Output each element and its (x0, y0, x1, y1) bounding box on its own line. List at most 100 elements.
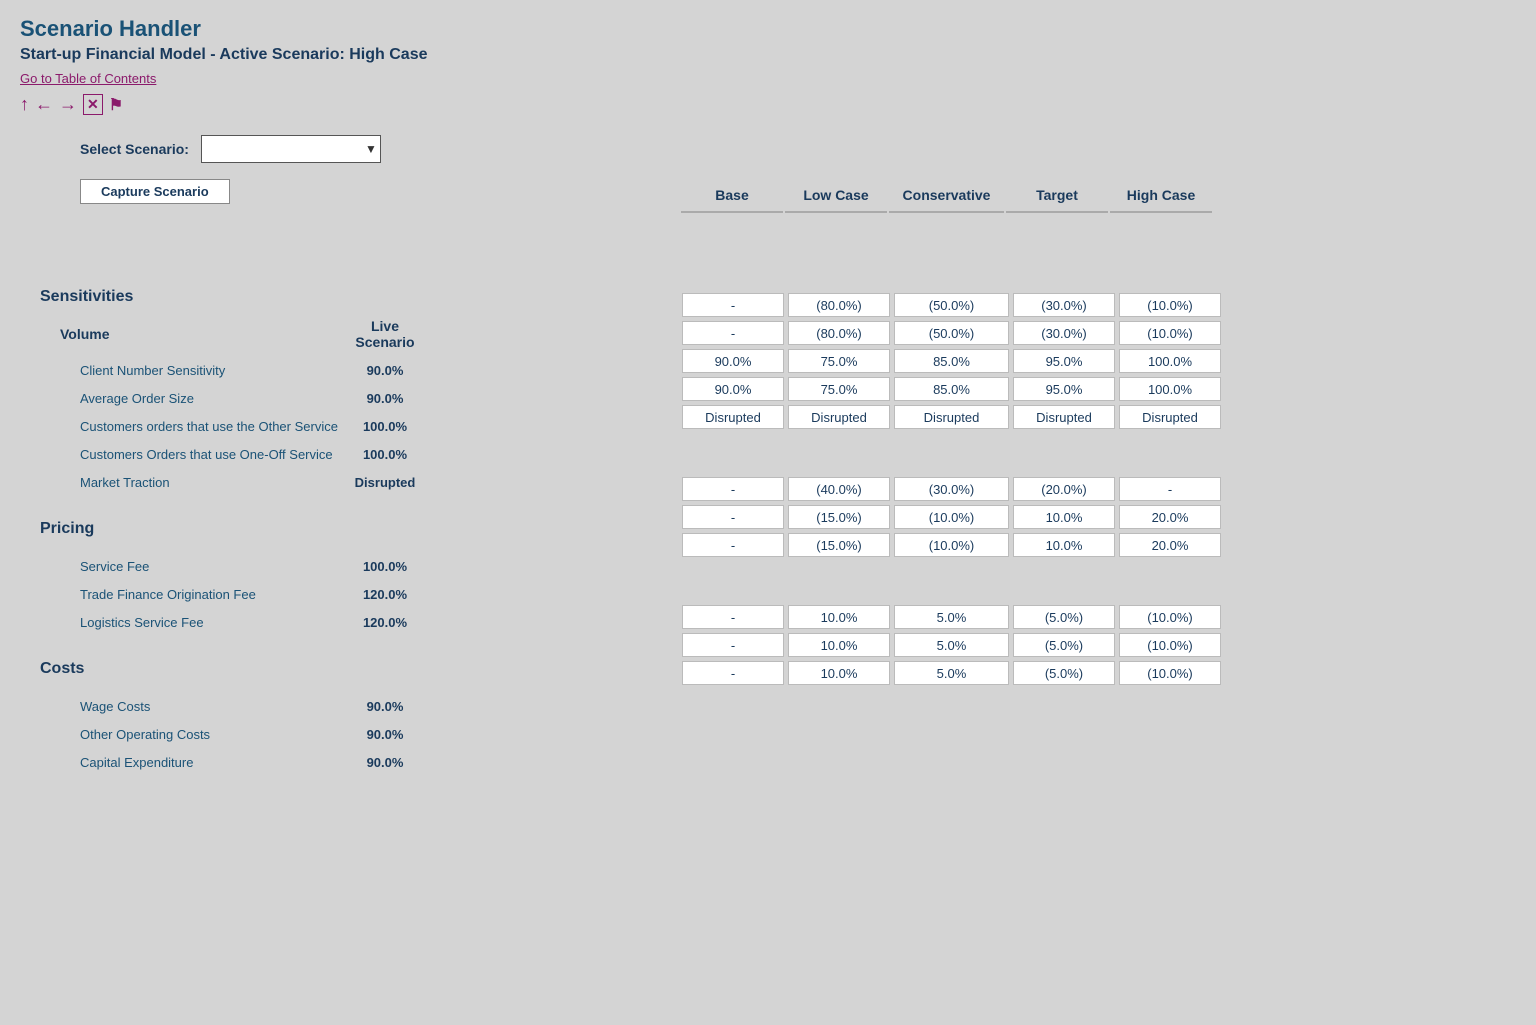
scenario-dropdown-wrapper: Base Low Case Conservative Target High C… (201, 135, 381, 163)
volume-rows-left: Client Number Sensitivity 90.0% Average … (20, 356, 680, 496)
table-row: Service Fee 100.0% (20, 552, 680, 580)
pricing-spacer (20, 496, 680, 512)
scenario-cell-target: 95.0% (1013, 377, 1115, 401)
scenario-cell-base: - (682, 321, 784, 345)
scenario-cell-target: (30.0%) (1013, 321, 1115, 345)
table-row: -(15.0%)(10.0%)10.0%20.0% (680, 531, 1516, 559)
toolbar: ↑ ← → ✕ ⚑ (20, 94, 1516, 115)
costs-title: Costs (40, 660, 680, 678)
scenario-cell-low: 75.0% (788, 349, 890, 373)
costs-rows-right: -10.0%5.0%(5.0%)(10.0%)-10.0%5.0%(5.0%)(… (680, 603, 1516, 687)
col-header-high: High Case (1110, 179, 1212, 213)
scenario-cell-target: (5.0%) (1013, 605, 1115, 629)
table-row: -(80.0%)(50.0%)(30.0%)(10.0%) (680, 319, 1516, 347)
table-row: Other Operating Costs 90.0% (20, 720, 680, 748)
row-live-value: 90.0% (340, 699, 430, 714)
row-label: Average Order Size (20, 391, 340, 406)
main-layout: Capture Scenario Sensitivities Volume Li… (20, 179, 1516, 776)
right-volume-header-spacer (680, 263, 1516, 291)
row-live-value: 90.0% (340, 363, 430, 378)
pricing-title: Pricing (40, 520, 680, 538)
table-row: Capital Expenditure 90.0% (20, 748, 680, 776)
scenario-cell-low: (80.0%) (788, 321, 890, 345)
pricing-rows-left: Service Fee 100.0% Trade Finance Origina… (20, 552, 680, 636)
scenario-cell-target: (5.0%) (1013, 633, 1115, 657)
row-live-value: 90.0% (340, 391, 430, 406)
scenario-cell-base: 90.0% (682, 349, 784, 373)
right-pricing-spacer (680, 431, 1516, 475)
live-scenario-label: Live Scenario (340, 318, 430, 350)
scenario-cell-low: Disrupted (788, 405, 890, 429)
up-arrow-icon[interactable]: ↑ (20, 94, 29, 115)
scenario-cell-conservative: 5.0% (894, 633, 1009, 657)
scenario-cell-target: 95.0% (1013, 349, 1115, 373)
row-label: Customers Orders that use One-Off Servic… (20, 447, 340, 462)
column-headers-row: Base Low Case Conservative Target High C… (680, 179, 1516, 213)
table-row: Client Number Sensitivity 90.0% (20, 356, 680, 384)
table-row: Market Traction Disrupted (20, 468, 680, 496)
table-row: Average Order Size 90.0% (20, 384, 680, 412)
scenario-cell-low: 10.0% (788, 661, 890, 685)
costs-spacer (20, 636, 680, 652)
row-live-value: 100.0% (340, 559, 430, 574)
scenario-cell-base: - (682, 661, 784, 685)
costs-rows-left: Wage Costs 90.0% Other Operating Costs 9… (20, 692, 680, 776)
capture-scenario-button[interactable]: Capture Scenario (80, 179, 230, 204)
right-sensitivities-spacer (680, 213, 1516, 263)
scenario-cell-base: - (682, 477, 784, 501)
scenario-cell-base: - (682, 533, 784, 557)
scenario-cell-base: Disrupted (682, 405, 784, 429)
scenario-dropdown[interactable]: Base Low Case Conservative Target High C… (201, 135, 381, 163)
scenario-cell-high: (10.0%) (1119, 605, 1221, 629)
app-title: Scenario Handler (20, 16, 1516, 42)
close-icon[interactable]: ✕ (83, 94, 103, 115)
scenario-cell-target: (5.0%) (1013, 661, 1115, 685)
right-panel: Base Low Case Conservative Target High C… (680, 179, 1516, 776)
flag-icon[interactable]: ⚑ (109, 95, 123, 115)
volume-header-row: Volume Live Scenario (20, 318, 680, 350)
table-row: Customers Orders that use One-Off Servic… (20, 440, 680, 468)
col-header-conservative: Conservative (889, 179, 1004, 213)
scenario-cell-conservative: 5.0% (894, 661, 1009, 685)
row-label: Trade Finance Origination Fee (20, 587, 340, 602)
table-row: Logistics Service Fee 120.0% (20, 608, 680, 636)
scenario-label: Select Scenario: (80, 141, 189, 157)
page-container: Scenario Handler Start-up Financial Mode… (0, 0, 1536, 1025)
left-panel: Capture Scenario Sensitivities Volume Li… (20, 179, 680, 776)
table-row: 90.0%75.0%85.0%95.0%100.0% (680, 347, 1516, 375)
table-row: -10.0%5.0%(5.0%)(10.0%) (680, 659, 1516, 687)
scenario-cell-high: 20.0% (1119, 505, 1221, 529)
row-label: Client Number Sensitivity (20, 363, 340, 378)
col-header-base: Base (681, 179, 783, 213)
toc-link[interactable]: Go to Table of Contents (20, 71, 156, 86)
scenario-cell-high: 20.0% (1119, 533, 1221, 557)
table-row: -10.0%5.0%(5.0%)(10.0%) (680, 603, 1516, 631)
scenario-cell-high: (10.0%) (1119, 293, 1221, 317)
row-label: Market Traction (20, 475, 340, 490)
col-header-low: Low Case (785, 179, 887, 213)
row-label: Customers orders that use the Other Serv… (20, 419, 340, 434)
scenario-cell-high: (10.0%) (1119, 633, 1221, 657)
row-live-value: 100.0% (340, 447, 430, 462)
scenario-cell-conservative: (10.0%) (894, 533, 1009, 557)
scenario-cell-base: - (682, 605, 784, 629)
scenario-cell-high: - (1119, 477, 1221, 501)
volume-title: Volume (20, 326, 340, 342)
row-live-value: 120.0% (340, 615, 430, 630)
scenario-cell-target: 10.0% (1013, 533, 1115, 557)
scenario-cell-high: 100.0% (1119, 349, 1221, 373)
scenario-cell-conservative: Disrupted (894, 405, 1009, 429)
right-costs-spacer (680, 559, 1516, 603)
table-row: 90.0%75.0%85.0%95.0%100.0% (680, 375, 1516, 403)
scenario-cell-low: 10.0% (788, 633, 890, 657)
scenario-cell-high: (10.0%) (1119, 321, 1221, 345)
scenario-cell-low: (15.0%) (788, 533, 890, 557)
scenario-cell-conservative: (50.0%) (894, 293, 1009, 317)
right-arrow-icon[interactable]: → (59, 94, 77, 115)
pricing-rows-right: -(40.0%)(30.0%)(20.0%)--(15.0%)(10.0%)10… (680, 475, 1516, 559)
scenario-cell-base: - (682, 505, 784, 529)
table-row: DisruptedDisruptedDisruptedDisruptedDisr… (680, 403, 1516, 431)
left-arrow-icon[interactable]: ← (35, 94, 53, 115)
row-label: Service Fee (20, 559, 340, 574)
row-live-value: 90.0% (340, 755, 430, 770)
